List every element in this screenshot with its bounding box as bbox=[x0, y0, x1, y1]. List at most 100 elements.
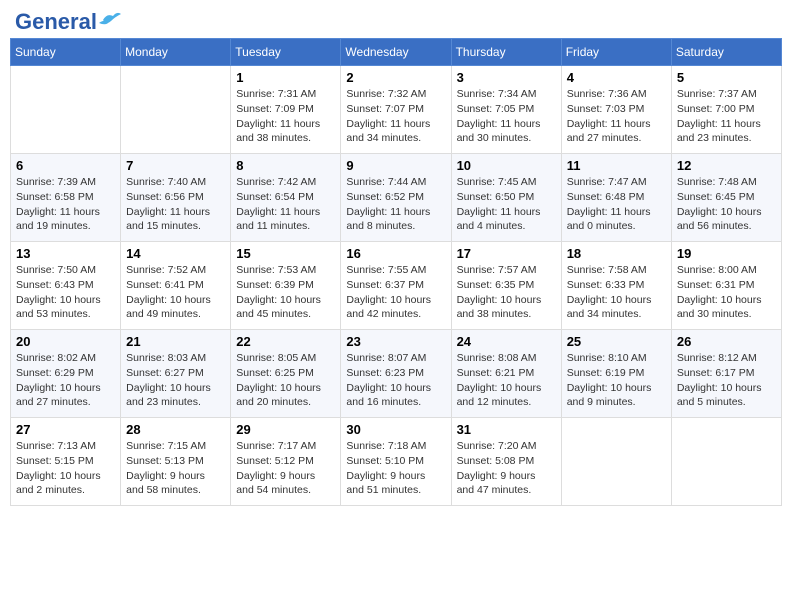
day-number: 5 bbox=[677, 70, 776, 85]
day-info: Sunrise: 7:37 AMSunset: 7:00 PMDaylight:… bbox=[677, 87, 776, 146]
day-number: 25 bbox=[567, 334, 666, 349]
day-number: 3 bbox=[457, 70, 556, 85]
weekday-header: Tuesday bbox=[231, 39, 341, 66]
calendar-cell: 2 Sunrise: 7:32 AMSunset: 7:07 PMDaylight… bbox=[341, 66, 451, 154]
calendar-week-row: 27Sunrise: 7:13 AMSunset: 5:15 PMDayligh… bbox=[11, 418, 782, 506]
weekday-header: Friday bbox=[561, 39, 671, 66]
calendar-cell: 9Sunrise: 7:44 AMSunset: 6:52 PMDaylight… bbox=[341, 154, 451, 242]
calendar-week-row: 6 Sunrise: 7:39 AMSunset: 6:58 PMDaylight… bbox=[11, 154, 782, 242]
day-info: Sunrise: 8:00 AMSunset: 6:31 PMDaylight:… bbox=[677, 263, 776, 322]
day-number: 22 bbox=[236, 334, 335, 349]
day-info: Sunrise: 7:36 AMSunset: 7:03 PMDaylight:… bbox=[567, 87, 666, 146]
calendar-cell: 17 Sunrise: 7:57 AMSunset: 6:35 PMDayligh… bbox=[451, 242, 561, 330]
day-number: 31 bbox=[457, 422, 556, 437]
day-info: Sunrise: 8:07 AMSunset: 6:23 PMDaylight:… bbox=[346, 351, 445, 410]
calendar-cell: 23Sunrise: 8:07 AMSunset: 6:23 PMDayligh… bbox=[341, 330, 451, 418]
day-number: 20 bbox=[16, 334, 115, 349]
day-number: 29 bbox=[236, 422, 335, 437]
day-number: 14 bbox=[126, 246, 225, 261]
logo-bird-icon bbox=[99, 11, 121, 29]
calendar-cell bbox=[671, 418, 781, 506]
day-info: Sunrise: 7:20 AMSunset: 5:08 PMDaylight:… bbox=[457, 439, 556, 498]
day-info: Sunrise: 8:12 AMSunset: 6:17 PMDaylight:… bbox=[677, 351, 776, 410]
weekday-header: Saturday bbox=[671, 39, 781, 66]
day-info: Sunrise: 7:53 AMSunset: 6:39 PMDaylight:… bbox=[236, 263, 335, 322]
day-info: Sunrise: 7:39 AMSunset: 6:58 PMDaylight:… bbox=[16, 175, 115, 234]
day-info: Sunrise: 7:50 AMSunset: 6:43 PMDaylight:… bbox=[16, 263, 115, 322]
day-info: Sunrise: 7:31 AMSunset: 7:09 PMDaylight:… bbox=[236, 87, 335, 146]
day-info: Sunrise: 7:45 AMSunset: 6:50 PMDaylight:… bbox=[457, 175, 556, 234]
day-info: Sunrise: 7:42 AMSunset: 6:54 PMDaylight:… bbox=[236, 175, 335, 234]
calendar-cell bbox=[121, 66, 231, 154]
day-info: Sunrise: 8:08 AMSunset: 6:21 PMDaylight:… bbox=[457, 351, 556, 410]
day-number: 2 bbox=[346, 70, 445, 85]
day-number: 8 bbox=[236, 158, 335, 173]
day-number: 12 bbox=[677, 158, 776, 173]
day-info: Sunrise: 7:18 AMSunset: 5:10 PMDaylight:… bbox=[346, 439, 445, 498]
day-number: 16 bbox=[346, 246, 445, 261]
calendar-cell: 27Sunrise: 7:13 AMSunset: 5:15 PMDayligh… bbox=[11, 418, 121, 506]
calendar-cell: 12 Sunrise: 7:48 AMSunset: 6:45 PMDayligh… bbox=[671, 154, 781, 242]
calendar-cell: 10 Sunrise: 7:45 AMSunset: 6:50 PMDayligh… bbox=[451, 154, 561, 242]
day-number: 24 bbox=[457, 334, 556, 349]
calendar-cell bbox=[11, 66, 121, 154]
calendar-cell: 29 Sunrise: 7:17 AMSunset: 5:12 PMDayligh… bbox=[231, 418, 341, 506]
day-number: 10 bbox=[457, 158, 556, 173]
calendar-cell: 5 Sunrise: 7:37 AMSunset: 7:00 PMDaylight… bbox=[671, 66, 781, 154]
day-info: Sunrise: 7:15 AMSunset: 5:13 PMDaylight:… bbox=[126, 439, 225, 498]
day-number: 1 bbox=[236, 70, 335, 85]
day-number: 15 bbox=[236, 246, 335, 261]
day-info: Sunrise: 7:32 AMSunset: 7:07 PMDaylight:… bbox=[346, 87, 445, 146]
day-number: 18 bbox=[567, 246, 666, 261]
day-number: 17 bbox=[457, 246, 556, 261]
day-info: Sunrise: 8:10 AMSunset: 6:19 PMDaylight:… bbox=[567, 351, 666, 410]
calendar-cell: 15 Sunrise: 7:53 AMSunset: 6:39 PMDayligh… bbox=[231, 242, 341, 330]
day-number: 19 bbox=[677, 246, 776, 261]
day-number: 4 bbox=[567, 70, 666, 85]
calendar-table: SundayMondayTuesdayWednesdayThursdayFrid… bbox=[10, 38, 782, 506]
calendar-cell: 20Sunrise: 8:02 AMSunset: 6:29 PMDayligh… bbox=[11, 330, 121, 418]
day-info: Sunrise: 7:13 AMSunset: 5:15 PMDaylight:… bbox=[16, 439, 115, 498]
day-info: Sunrise: 7:58 AMSunset: 6:33 PMDaylight:… bbox=[567, 263, 666, 322]
calendar-cell: 11 Sunrise: 7:47 AMSunset: 6:48 PMDayligh… bbox=[561, 154, 671, 242]
page-header: General bbox=[10, 10, 782, 30]
day-info: Sunrise: 7:44 AMSunset: 6:52 PMDaylight:… bbox=[346, 175, 445, 234]
calendar-cell: 4 Sunrise: 7:36 AMSunset: 7:03 PMDaylight… bbox=[561, 66, 671, 154]
day-number: 30 bbox=[346, 422, 445, 437]
weekday-header: Sunday bbox=[11, 39, 121, 66]
calendar-cell: 19 Sunrise: 8:00 AMSunset: 6:31 PMDayligh… bbox=[671, 242, 781, 330]
weekday-header: Monday bbox=[121, 39, 231, 66]
calendar-cell: 1 Sunrise: 7:31 AMSunset: 7:09 PMDaylight… bbox=[231, 66, 341, 154]
calendar-cell: 30 Sunrise: 7:18 AMSunset: 5:10 PMDayligh… bbox=[341, 418, 451, 506]
day-info: Sunrise: 7:57 AMSunset: 6:35 PMDaylight:… bbox=[457, 263, 556, 322]
day-info: Sunrise: 7:55 AMSunset: 6:37 PMDaylight:… bbox=[346, 263, 445, 322]
calendar-header-row: SundayMondayTuesdayWednesdayThursdayFrid… bbox=[11, 39, 782, 66]
calendar-week-row: 20Sunrise: 8:02 AMSunset: 6:29 PMDayligh… bbox=[11, 330, 782, 418]
day-info: Sunrise: 8:05 AMSunset: 6:25 PMDaylight:… bbox=[236, 351, 335, 410]
day-info: Sunrise: 7:47 AMSunset: 6:48 PMDaylight:… bbox=[567, 175, 666, 234]
day-number: 11 bbox=[567, 158, 666, 173]
day-number: 28 bbox=[126, 422, 225, 437]
day-info: Sunrise: 7:48 AMSunset: 6:45 PMDaylight:… bbox=[677, 175, 776, 234]
day-number: 6 bbox=[16, 158, 115, 173]
calendar-cell: 6 Sunrise: 7:39 AMSunset: 6:58 PMDaylight… bbox=[11, 154, 121, 242]
calendar-cell: 18 Sunrise: 7:58 AMSunset: 6:33 PMDayligh… bbox=[561, 242, 671, 330]
calendar-cell: 7Sunrise: 7:40 AMSunset: 6:56 PMDaylight… bbox=[121, 154, 231, 242]
calendar-cell: 16 Sunrise: 7:55 AMSunset: 6:37 PMDayligh… bbox=[341, 242, 451, 330]
calendar-cell bbox=[561, 418, 671, 506]
calendar-cell: 25 Sunrise: 8:10 AMSunset: 6:19 PMDayligh… bbox=[561, 330, 671, 418]
calendar-cell: 21Sunrise: 8:03 AMSunset: 6:27 PMDayligh… bbox=[121, 330, 231, 418]
logo: General bbox=[15, 10, 121, 30]
day-info: Sunrise: 7:40 AMSunset: 6:56 PMDaylight:… bbox=[126, 175, 225, 234]
calendar-cell: 13Sunrise: 7:50 AMSunset: 6:43 PMDayligh… bbox=[11, 242, 121, 330]
weekday-header: Thursday bbox=[451, 39, 561, 66]
day-number: 21 bbox=[126, 334, 225, 349]
calendar-cell: 8 Sunrise: 7:42 AMSunset: 6:54 PMDaylight… bbox=[231, 154, 341, 242]
day-info: Sunrise: 7:52 AMSunset: 6:41 PMDaylight:… bbox=[126, 263, 225, 322]
logo-text: General bbox=[15, 10, 97, 34]
calendar-week-row: 1 Sunrise: 7:31 AMSunset: 7:09 PMDaylight… bbox=[11, 66, 782, 154]
day-info: Sunrise: 7:17 AMSunset: 5:12 PMDaylight:… bbox=[236, 439, 335, 498]
day-number: 26 bbox=[677, 334, 776, 349]
calendar-cell: 24 Sunrise: 8:08 AMSunset: 6:21 PMDayligh… bbox=[451, 330, 561, 418]
calendar-cell: 28 Sunrise: 7:15 AMSunset: 5:13 PMDayligh… bbox=[121, 418, 231, 506]
